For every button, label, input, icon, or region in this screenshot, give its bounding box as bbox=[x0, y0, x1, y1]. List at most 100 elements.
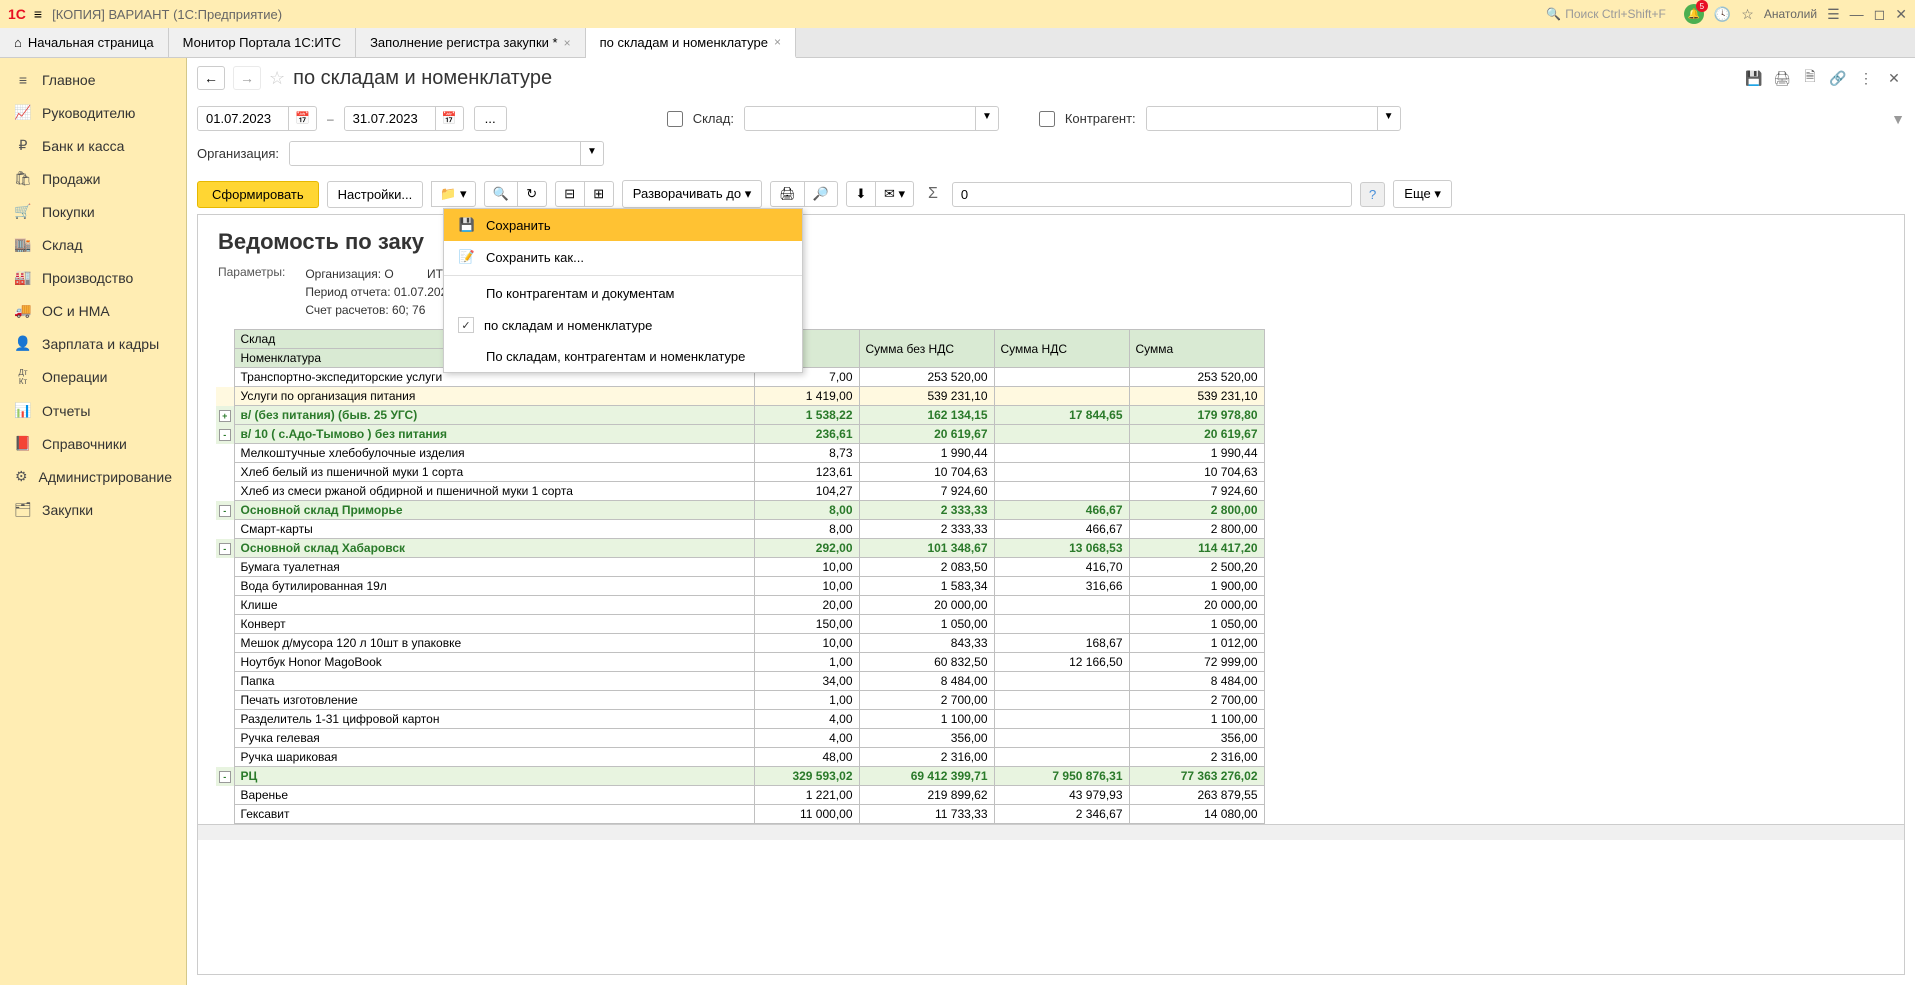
tab-monitor[interactable]: Монитор Портала 1С:ИТС bbox=[169, 28, 356, 57]
date-from-input[interactable]: 📅 bbox=[197, 106, 317, 131]
table-row[interactable]: Ручка гелевая4,00356,00356,00 bbox=[216, 729, 1264, 748]
collapse-icon[interactable]: - bbox=[219, 505, 231, 517]
settings-button[interactable]: Настройки... bbox=[327, 181, 424, 208]
print-icon[interactable]: 🖨 bbox=[1771, 67, 1793, 89]
table-row[interactable]: Печать изготовление1,002 700,002 700,00 bbox=[216, 691, 1264, 710]
notification-bell[interactable]: 🔔 5 bbox=[1684, 4, 1704, 24]
table-row[interactable]: Ноутбук Honor MagoBook1,0060 832,5012 16… bbox=[216, 653, 1264, 672]
email-button[interactable]: ✉ ▾ bbox=[875, 181, 914, 207]
collapse-icon[interactable]: - bbox=[219, 771, 231, 783]
variants-button[interactable]: 📁 ▾ bbox=[431, 181, 475, 207]
sidebar-item[interactable]: 🛍Продажи bbox=[0, 162, 186, 195]
kontragent-input[interactable] bbox=[1147, 107, 1377, 130]
org-combo[interactable]: ▼ bbox=[289, 141, 604, 166]
link-icon[interactable]: 🔗 bbox=[1827, 67, 1849, 89]
table-row[interactable]: Клише20,0020 000,0020 000,00 bbox=[216, 596, 1264, 615]
sidebar-item[interactable]: 🗂Закупки bbox=[0, 493, 186, 526]
more-button[interactable]: Еще ▾ bbox=[1393, 180, 1452, 208]
help-button[interactable]: ? bbox=[1360, 182, 1385, 207]
dropdown-by-sklad-kontr-nom[interactable]: По складам, контрагентам и номенклатуре bbox=[444, 341, 802, 372]
more-icon[interactable]: ⋮ bbox=[1855, 67, 1877, 89]
sidebar-item[interactable]: 🛒Покупки bbox=[0, 195, 186, 228]
expand-button[interactable]: ⊞ bbox=[584, 181, 614, 207]
form-button[interactable]: Сформировать bbox=[197, 181, 319, 208]
calendar-icon[interactable]: 📅 bbox=[288, 107, 316, 130]
maximize-icon[interactable]: ◻ bbox=[1874, 6, 1886, 23]
favorite-star-icon[interactable]: ☆ bbox=[269, 68, 285, 89]
preview-icon[interactable]: 🗎 bbox=[1799, 67, 1821, 89]
table-row[interactable]: Хлеб из смеси ржаной обдирной и пшенично… bbox=[216, 482, 1264, 501]
table-row[interactable]: Бумага туалетная10,002 083,50416,702 500… bbox=[216, 558, 1264, 577]
star-icon[interactable]: ☆ bbox=[1741, 6, 1754, 23]
table-row[interactable]: Смарт-карты8,002 333,33466,672 800,00 bbox=[216, 520, 1264, 539]
tab-fill-register[interactable]: Заполнение регистра закупки * × bbox=[356, 28, 586, 57]
sidebar-item[interactable]: 👤Зарплата и кадры bbox=[0, 327, 186, 360]
nav-back-button[interactable]: ← bbox=[197, 66, 225, 90]
table-row[interactable]: -Основной склад Хабаровск292,00101 348,6… bbox=[216, 539, 1264, 558]
nav-forward-button[interactable]: → bbox=[233, 66, 261, 90]
sidebar-item[interactable]: 🚚ОС и НМА bbox=[0, 294, 186, 327]
close-icon[interactable]: ✕ bbox=[1883, 67, 1905, 89]
sidebar-item[interactable]: Дт КтОперации bbox=[0, 360, 186, 394]
close-icon[interactable]: × bbox=[564, 36, 571, 50]
global-search[interactable]: 🔍 Поиск Ctrl+Shift+F bbox=[1538, 5, 1674, 23]
sidebar-item[interactable]: ⚙Администрирование bbox=[0, 460, 186, 493]
table-row[interactable]: -Основной склад Приморье8,002 333,33466,… bbox=[216, 501, 1264, 520]
print-button[interactable]: 🖨 bbox=[770, 181, 805, 207]
table-row[interactable]: Хлеб белый из пшеничной муки 1 сорта123,… bbox=[216, 463, 1264, 482]
settings-menu-icon[interactable]: ☰ bbox=[1827, 6, 1840, 23]
sum-input[interactable] bbox=[952, 182, 1352, 207]
preview-button[interactable]: 🔎 bbox=[804, 181, 838, 207]
user-name[interactable]: Анатолий bbox=[1764, 7, 1817, 21]
calendar-icon[interactable]: 📅 bbox=[435, 107, 463, 130]
minimize-icon[interactable]: — bbox=[1850, 6, 1864, 22]
sidebar-item[interactable]: 📈Руководителю bbox=[0, 96, 186, 129]
collapse-button[interactable]: ⊟ bbox=[555, 181, 585, 207]
table-row[interactable]: Услуги по организация питания1 419,00539… bbox=[216, 387, 1264, 406]
chevron-down-icon[interactable]: ▼ bbox=[580, 142, 603, 165]
sidebar-item[interactable]: 📊Отчеты bbox=[0, 394, 186, 427]
refresh-button[interactable]: ↻ bbox=[517, 181, 547, 207]
table-row[interactable]: Папка34,008 484,008 484,00 bbox=[216, 672, 1264, 691]
table-row[interactable]: -в/ 10 ( с.Адо-Тымово ) без питания236,6… bbox=[216, 425, 1264, 444]
dropdown-by-kontr[interactable]: По контрагентам и документам bbox=[444, 278, 802, 309]
date-to-field[interactable] bbox=[345, 107, 435, 130]
sidebar-item[interactable]: 📕Справочники bbox=[0, 427, 186, 460]
history-icon[interactable]: 🕓 bbox=[1714, 6, 1731, 23]
date-to-input[interactable]: 📅 bbox=[344, 106, 464, 131]
sidebar-item[interactable]: ≡Главное bbox=[0, 64, 186, 96]
table-row[interactable]: Вода бутилированная 19л10,001 583,34316,… bbox=[216, 577, 1264, 596]
table-row[interactable]: -РЦ329 593,0269 412 399,717 950 876,3177… bbox=[216, 767, 1264, 786]
dropdown-save[interactable]: 💾 Сохранить bbox=[444, 209, 802, 241]
sklad-input[interactable] bbox=[745, 107, 975, 130]
tab-home[interactable]: ⌂ Начальная страница bbox=[0, 28, 169, 57]
date-from-field[interactable] bbox=[198, 107, 288, 130]
expand-icon[interactable]: + bbox=[219, 410, 231, 422]
sklad-checkbox[interactable] bbox=[667, 111, 683, 127]
table-row[interactable]: Гексавит11 000,0011 733,332 346,6714 080… bbox=[216, 805, 1264, 824]
horizontal-scrollbar[interactable] bbox=[198, 824, 1904, 840]
funnel-icon[interactable]: ▼ bbox=[1891, 111, 1905, 127]
hamburger-icon[interactable]: ≡ bbox=[34, 6, 42, 22]
save-icon[interactable]: 💾 bbox=[1743, 67, 1765, 89]
table-row[interactable]: Мешок д/мусора 120 л 10шт в упаковке10,0… bbox=[216, 634, 1264, 653]
close-window-icon[interactable]: ✕ bbox=[1895, 6, 1907, 23]
table-row[interactable]: Мелкоштучные хлебобулочные изделия8,731 … bbox=[216, 444, 1264, 463]
period-dots-button[interactable]: ... bbox=[474, 106, 507, 131]
sidebar-item[interactable]: 🏭Производство bbox=[0, 261, 186, 294]
tab-by-sklad-nom[interactable]: по складам и номенклатуре × bbox=[586, 28, 796, 58]
collapse-icon[interactable]: - bbox=[219, 429, 231, 441]
table-row[interactable]: Ручка шариковая48,002 316,002 316,00 bbox=[216, 748, 1264, 767]
sklad-combo[interactable]: ▼ bbox=[744, 106, 999, 131]
find-button[interactable]: 🔍 bbox=[484, 181, 518, 207]
dropdown-save-as[interactable]: 📝 Сохранить как... bbox=[444, 241, 802, 273]
export-button[interactable]: ⬇ bbox=[846, 181, 876, 207]
table-row[interactable]: Разделитель 1-31 цифровой картон4,001 10… bbox=[216, 710, 1264, 729]
chevron-down-icon[interactable]: ▼ bbox=[1377, 107, 1400, 130]
chevron-down-icon[interactable]: ▼ bbox=[975, 107, 998, 130]
table-row[interactable]: Конверт150,001 050,001 050,00 bbox=[216, 615, 1264, 634]
org-input[interactable] bbox=[290, 142, 580, 165]
expand-to-button[interactable]: Разворачивать до ▾ bbox=[622, 180, 762, 208]
kontragent-combo[interactable]: ▼ bbox=[1146, 106, 1401, 131]
sidebar-item[interactable]: ₽Банк и касса bbox=[0, 129, 186, 162]
